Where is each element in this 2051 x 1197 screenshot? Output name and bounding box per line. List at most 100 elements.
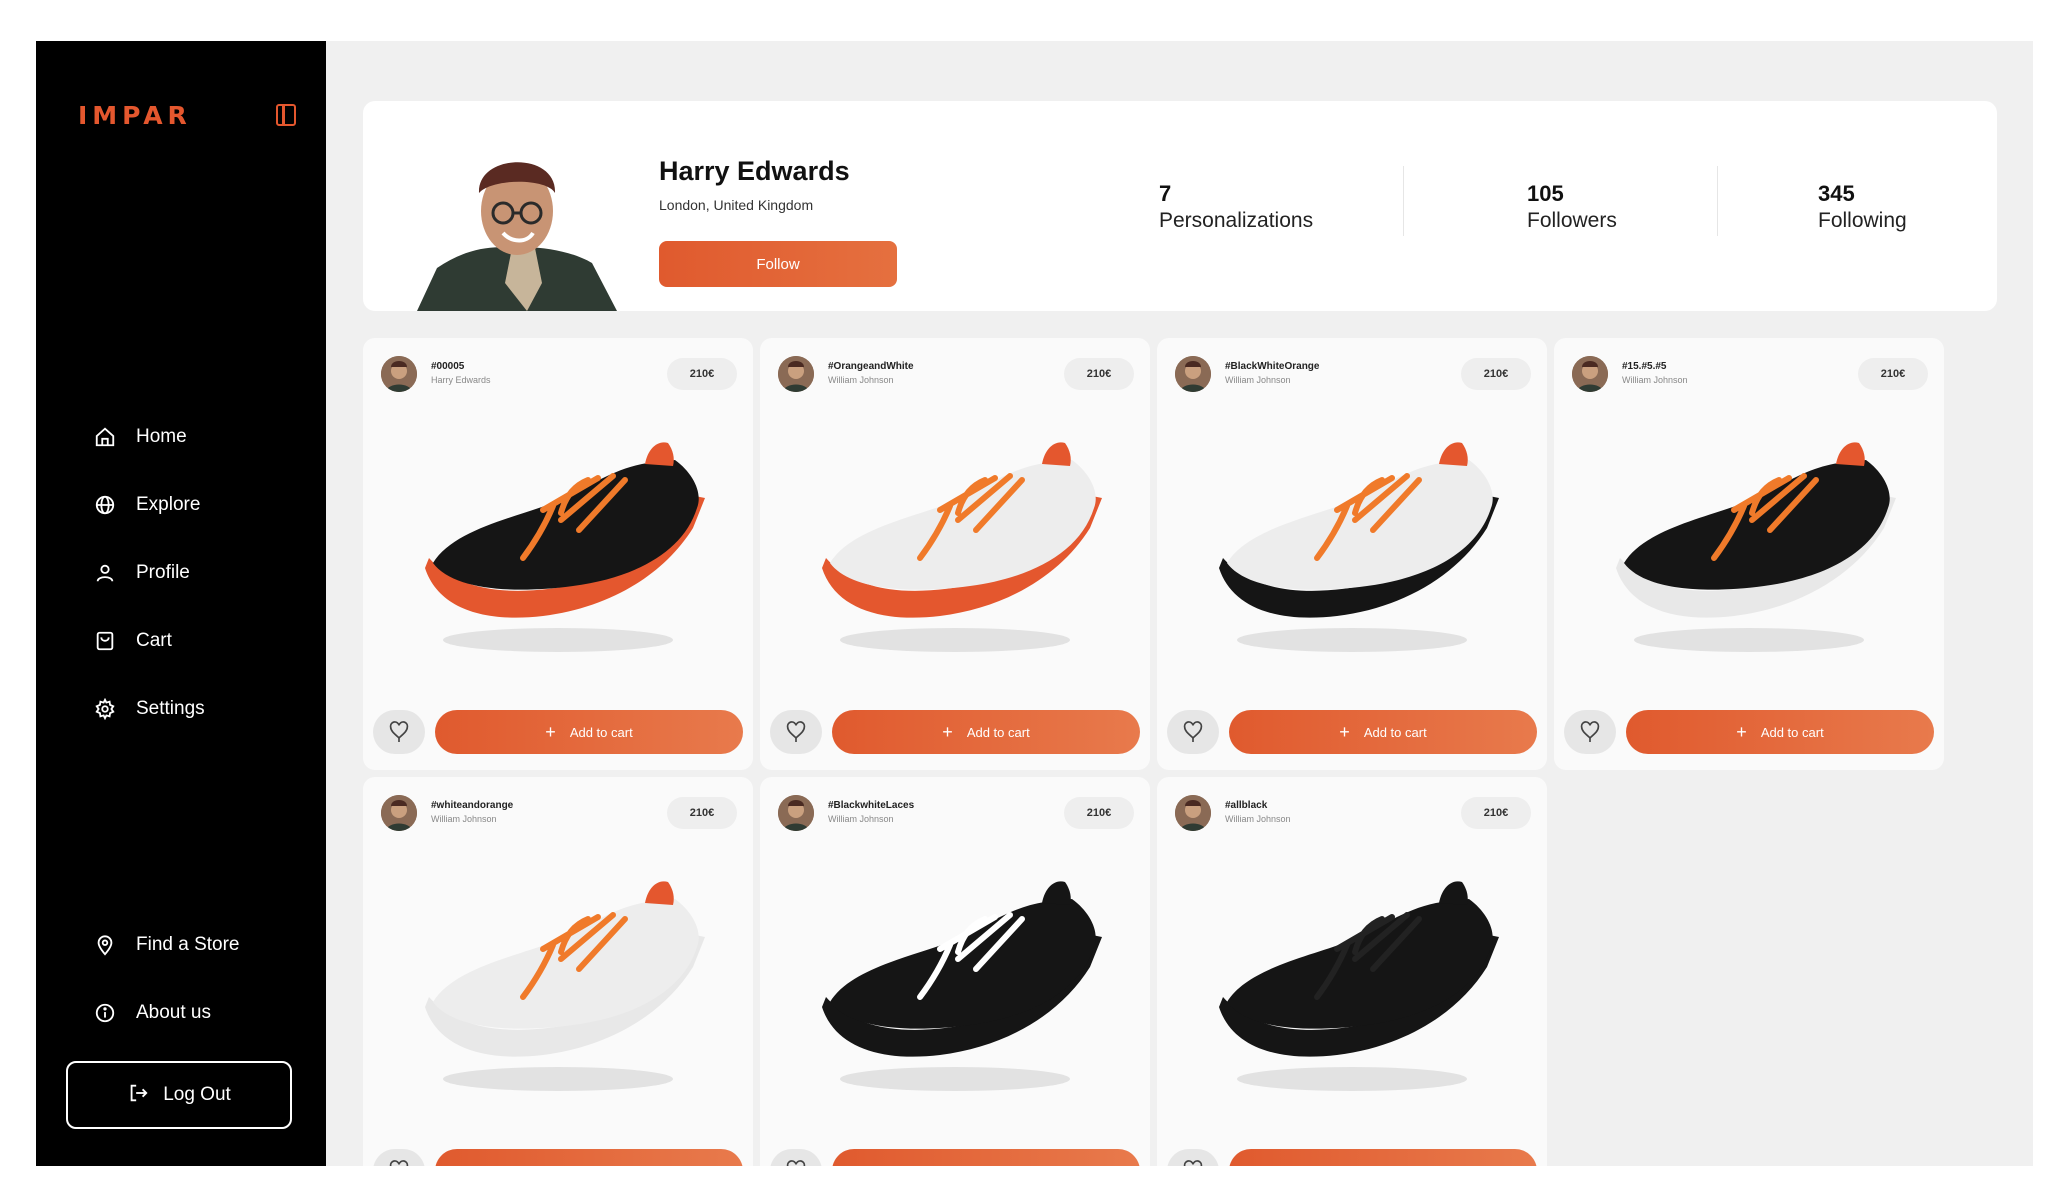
- product-card[interactable]: #OrangeandWhite William Johnson 210€ + A…: [760, 338, 1150, 770]
- card-actions: + Add to cart: [770, 1149, 1140, 1166]
- profile-header: Harry Edwards London, United Kingdom Fol…: [363, 101, 1997, 311]
- product-card[interactable]: #BlackwhiteLaces William Johnson 210€ + …: [760, 777, 1150, 1166]
- profile-name: Harry Edwards: [659, 156, 850, 186]
- primary-nav: Home Explore Profile Cart Settings: [92, 403, 205, 743]
- stat-label: Personalizations: [1159, 209, 1314, 232]
- product-card[interactable]: #allblack William Johnson 210€ + Add to …: [1157, 777, 1547, 1166]
- plus-icon: +: [942, 1161, 953, 1167]
- profile-avatar[interactable]: [417, 133, 617, 311]
- secondary-nav: Find a Store About us: [92, 911, 240, 1047]
- user-icon: [92, 560, 118, 586]
- design-title: #15.#5.#5: [1622, 361, 1667, 372]
- stat-label: Followers: [1527, 209, 1617, 232]
- design-author: William Johnson: [431, 814, 497, 824]
- design-author: Harry Edwards: [431, 375, 491, 385]
- sidebar-item-cart[interactable]: Cart: [92, 607, 205, 675]
- add-to-cart-button[interactable]: + Add to cart: [435, 1149, 743, 1166]
- add-to-cart-button[interactable]: + Add to cart: [1229, 710, 1537, 754]
- globe-icon: [92, 492, 118, 518]
- design-title: #BlackWhiteOrange: [1225, 361, 1320, 372]
- plus-icon: +: [545, 1161, 556, 1167]
- add-to-cart-label: Add to cart: [966, 724, 1030, 740]
- design-title: #BlackwhiteLaces: [828, 800, 915, 811]
- price-badge: 210€: [1461, 797, 1531, 829]
- sidebar-item-home[interactable]: Home: [92, 403, 205, 471]
- creator-avatar[interactable]: [778, 356, 814, 392]
- plus-icon: +: [1339, 1161, 1350, 1167]
- sidebar-item-label: Settings: [136, 698, 205, 719]
- stat-personalizations[interactable]: 7 Personalizations: [1159, 181, 1313, 233]
- card-header: #whiteandorange William Johnson 210€: [381, 793, 737, 833]
- card-header: #BlackwhiteLaces William Johnson 210€: [778, 793, 1134, 833]
- design-title: #00005: [431, 361, 465, 372]
- stat-following[interactable]: 345 Following: [1818, 181, 1907, 233]
- creator-avatar[interactable]: [1175, 356, 1211, 392]
- like-button[interactable]: [1564, 710, 1616, 754]
- creator-avatar[interactable]: [1175, 795, 1211, 831]
- like-button[interactable]: [770, 1149, 822, 1166]
- creator-avatar[interactable]: [778, 795, 814, 831]
- like-button[interactable]: [1167, 710, 1219, 754]
- creator-avatar[interactable]: [381, 356, 417, 392]
- shoe-image[interactable]: [1584, 418, 1914, 678]
- like-button[interactable]: [373, 710, 425, 754]
- heart-icon: [786, 721, 806, 742]
- logout-label: Log Out: [163, 1084, 231, 1105]
- add-to-cart-button[interactable]: + Add to cart: [435, 710, 743, 754]
- sidebar-item-settings[interactable]: Settings: [92, 675, 205, 743]
- brand-logo[interactable]: IMPAR: [78, 101, 192, 130]
- card-actions: + Add to cart: [770, 710, 1140, 754]
- shoe-image[interactable]: [393, 418, 723, 678]
- like-button[interactable]: [373, 1149, 425, 1166]
- price-badge: 210€: [1858, 358, 1928, 390]
- sidebar-collapse-icon[interactable]: [276, 104, 296, 126]
- shoe-image[interactable]: [790, 857, 1120, 1117]
- heart-icon: [389, 1160, 409, 1166]
- product-card[interactable]: #15.#5.#5 William Johnson 210€ + Add to …: [1554, 338, 1944, 770]
- card-actions: + Add to cart: [1167, 710, 1537, 754]
- heart-icon: [786, 1160, 806, 1166]
- price-badge: 210€: [1461, 358, 1531, 390]
- logout-icon: [127, 1082, 149, 1109]
- sidebar-item-explore[interactable]: Explore: [92, 471, 205, 539]
- add-to-cart-label: Add to cart: [1364, 1164, 1427, 1167]
- creator-avatar[interactable]: [1572, 356, 1608, 392]
- product-card[interactable]: #whiteandorange William Johnson 210€ + A…: [363, 777, 753, 1166]
- sidebar-item-about-us[interactable]: About us: [92, 979, 240, 1047]
- shoe-image[interactable]: [393, 857, 723, 1117]
- shoe-image[interactable]: [790, 418, 1120, 678]
- card-actions: + Add to cart: [1564, 710, 1934, 754]
- stat-value: 345: [1818, 181, 1855, 206]
- like-button[interactable]: [770, 710, 822, 754]
- stat-followers[interactable]: 105 Followers: [1527, 181, 1617, 233]
- sidebar-item-label: Cart: [136, 630, 172, 651]
- design-title: #allblack: [1225, 800, 1268, 811]
- home-icon: [92, 424, 118, 450]
- price-badge: 210€: [667, 358, 737, 390]
- shoe-image[interactable]: [1187, 418, 1517, 678]
- shoe-image[interactable]: [1187, 857, 1517, 1117]
- creator-avatar[interactable]: [381, 795, 417, 831]
- cart-icon: [92, 628, 118, 654]
- add-to-cart-button[interactable]: + Add to cart: [1229, 1149, 1537, 1166]
- follow-button[interactable]: Follow: [659, 241, 897, 287]
- product-card[interactable]: #00005 Harry Edwards 210€ + Add to cart: [363, 338, 753, 770]
- heart-icon: [1580, 721, 1600, 742]
- stat-value: 7: [1159, 181, 1172, 206]
- plus-icon: +: [545, 721, 556, 742]
- card-header: #OrangeandWhite William Johnson 210€: [778, 354, 1134, 394]
- add-to-cart-button[interactable]: + Add to cart: [832, 710, 1140, 754]
- sidebar-item-profile[interactable]: Profile: [92, 539, 205, 607]
- price-badge: 210€: [1064, 797, 1134, 829]
- design-author: William Johnson: [1225, 375, 1291, 385]
- product-card[interactable]: #BlackWhiteOrange William Johnson 210€ +…: [1157, 338, 1547, 770]
- add-to-cart-button[interactable]: + Add to cart: [832, 1149, 1140, 1166]
- logout-button[interactable]: Log Out: [66, 1061, 292, 1129]
- design-author: William Johnson: [1622, 375, 1688, 385]
- like-button[interactable]: [1167, 1149, 1219, 1166]
- card-actions: + Add to cart: [1167, 1149, 1537, 1166]
- add-to-cart-button[interactable]: + Add to cart: [1626, 710, 1934, 754]
- sidebar-item-find-a-store[interactable]: Find a Store: [92, 911, 240, 979]
- card-header: #00005 Harry Edwards 210€: [381, 354, 737, 394]
- design-author: William Johnson: [828, 375, 894, 385]
